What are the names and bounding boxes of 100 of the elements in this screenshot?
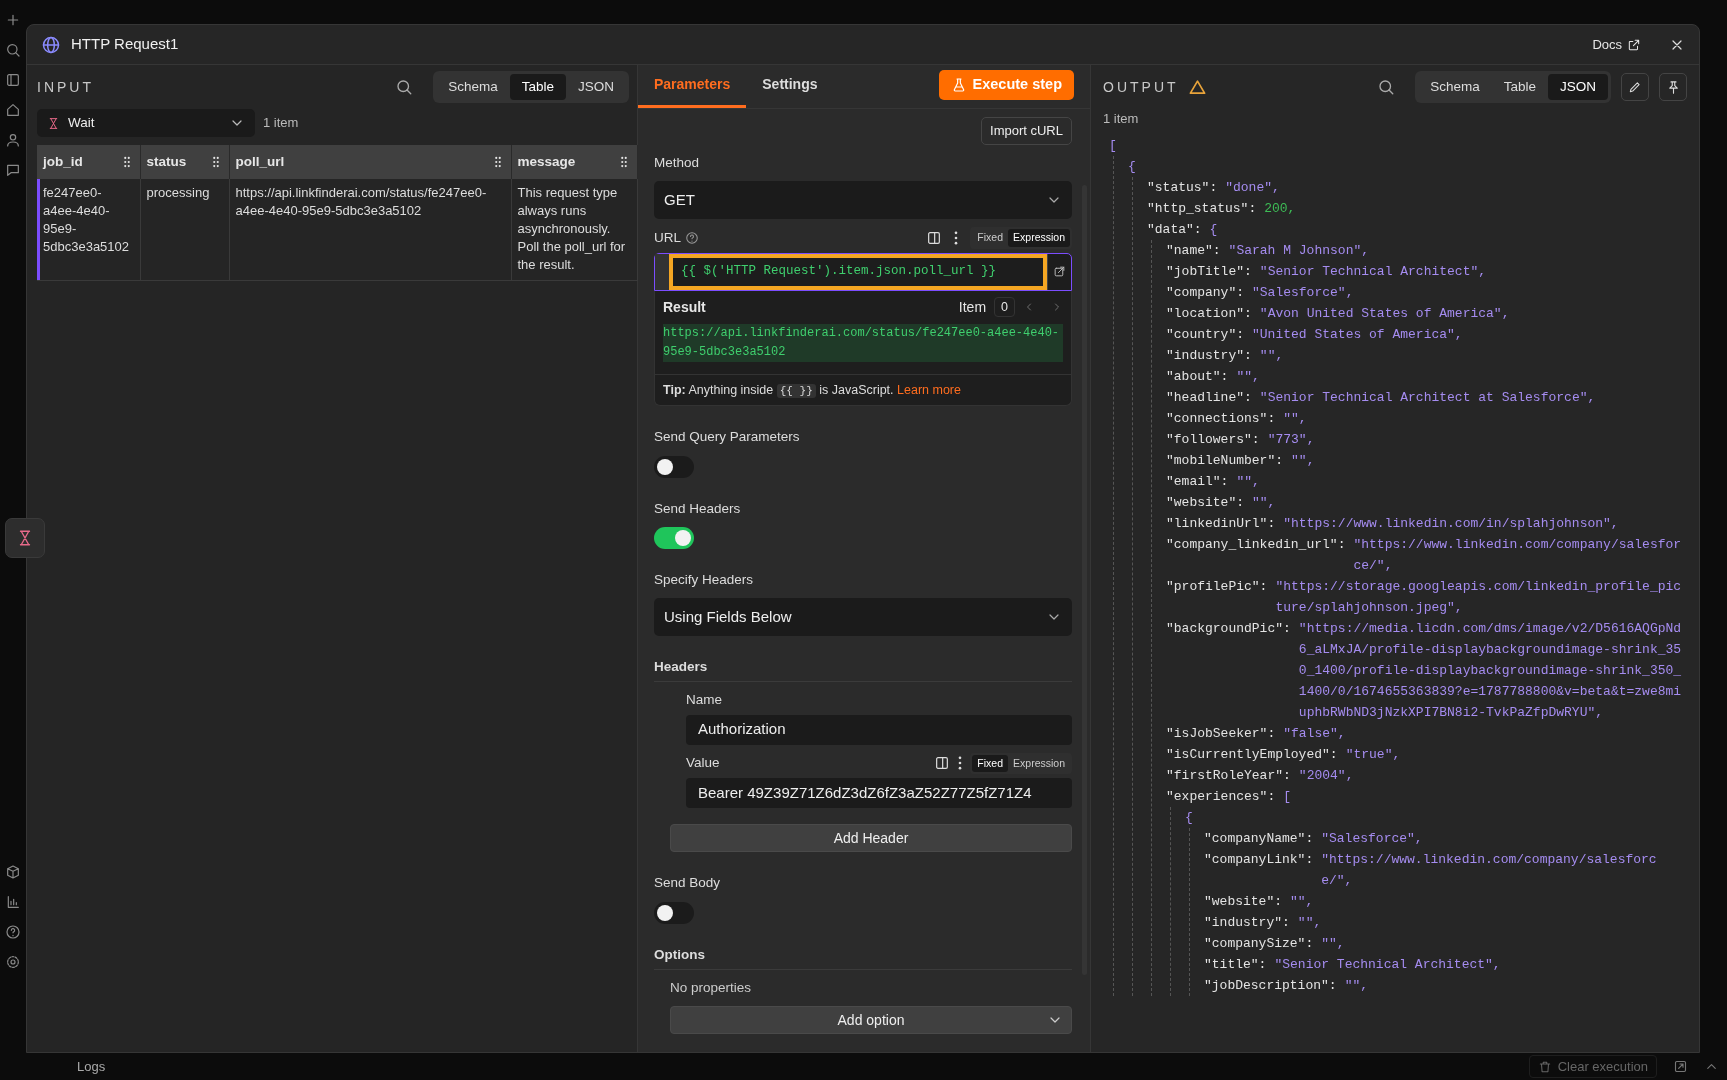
view-tab[interactable]: Schema bbox=[1418, 73, 1492, 101]
view-tab[interactable]: JSON bbox=[1548, 73, 1608, 101]
edit-button[interactable] bbox=[1621, 73, 1649, 101]
docs-link[interactable]: Docs bbox=[1592, 34, 1641, 55]
field-label: Send Headers bbox=[654, 499, 742, 518]
view-tab[interactable]: Table bbox=[509, 73, 566, 101]
view-tab[interactable]: JSON bbox=[566, 73, 626, 101]
toggle-switch[interactable] bbox=[654, 526, 694, 549]
mode-tab[interactable]: Expression bbox=[1008, 228, 1070, 247]
field-label: Specify Headers bbox=[654, 570, 755, 589]
json-value: "Salesforce", bbox=[1252, 283, 1354, 302]
toggle-switch[interactable] bbox=[654, 455, 694, 478]
sidebar-button[interactable] bbox=[5, 42, 21, 58]
json-value: "", bbox=[1290, 892, 1314, 911]
mode-tab[interactable]: Fixed bbox=[972, 228, 1009, 247]
add-header-button[interactable]: Add Header bbox=[670, 824, 1072, 853]
json-value: "", bbox=[1344, 976, 1369, 995]
mode-tab[interactable]: Fixed bbox=[972, 754, 1009, 773]
more-button[interactable] bbox=[954, 230, 959, 245]
empty-text: No properties bbox=[669, 978, 753, 997]
import-button[interactable]: Import cURL bbox=[981, 117, 1072, 145]
external-link-icon bbox=[1627, 37, 1641, 52]
column-header: poll_url bbox=[235, 153, 285, 171]
json-bracket: { bbox=[1128, 157, 1136, 176]
json-key: "profilePic": bbox=[1166, 575, 1268, 618]
globe-icon bbox=[41, 34, 61, 55]
json-key: "backgroundPic": bbox=[1166, 617, 1291, 723]
method-select[interactable]: GET bbox=[654, 180, 1072, 219]
sidebar-button[interactable] bbox=[5, 12, 21, 28]
panel-icon bbox=[934, 755, 951, 772]
pencil-icon bbox=[1628, 80, 1642, 94]
json-key: "country": bbox=[1166, 323, 1244, 345]
item-index-field[interactable]: 0 bbox=[994, 296, 1015, 318]
column-header: status bbox=[146, 153, 187, 171]
window-title: HTTP Request1 bbox=[71, 34, 179, 55]
more-button[interactable] bbox=[958, 756, 963, 771]
search-button[interactable] bbox=[395, 78, 414, 96]
json-key: "jobTitle": bbox=[1166, 260, 1252, 282]
panel-button[interactable] bbox=[926, 229, 943, 246]
help-icon bbox=[5, 924, 21, 940]
json-key: "companySize": bbox=[1204, 932, 1314, 954]
add-option-select[interactable]: Add option bbox=[670, 1006, 1072, 1034]
learn-more-link[interactable]: Learn more bbox=[897, 382, 961, 397]
sidebar-button[interactable] bbox=[5, 162, 21, 178]
json-value: "", bbox=[1297, 913, 1322, 932]
mode-tab[interactable]: Expression bbox=[1008, 754, 1070, 773]
json-bracket: [ bbox=[1109, 136, 1117, 155]
help-icon bbox=[685, 230, 699, 245]
result-label: Result bbox=[663, 297, 706, 317]
json-key: "jobDescription": bbox=[1204, 974, 1337, 996]
search-button[interactable] bbox=[1377, 78, 1396, 96]
json-value: "Senior Technical Architect", bbox=[1259, 262, 1487, 281]
sidebar-button[interactable] bbox=[5, 924, 21, 940]
tab[interactable]: Parameters bbox=[638, 74, 747, 108]
sidebar-button[interactable] bbox=[5, 864, 21, 880]
field-label: Value bbox=[686, 754, 720, 773]
sidebar-button[interactable] bbox=[5, 72, 21, 88]
json-bracket: { bbox=[1185, 808, 1193, 827]
json-key: "industry": bbox=[1166, 344, 1252, 366]
json-key: "company": bbox=[1166, 281, 1244, 303]
json-key: "experiences": bbox=[1166, 785, 1276, 807]
json-value: "", bbox=[1252, 493, 1276, 512]
json-bracket: { bbox=[1209, 220, 1218, 239]
input-field[interactable]: Authorization bbox=[686, 714, 1072, 745]
view-tab[interactable]: Table bbox=[1491, 73, 1548, 101]
expression-field[interactable]: {{ $('HTTP Request').item.json.poll_url }} bbox=[669, 253, 1047, 290]
node-select[interactable]: Wait bbox=[37, 109, 255, 137]
tab[interactable]: Settings bbox=[746, 74, 834, 108]
json-value: 200, bbox=[1264, 199, 1296, 218]
view-tab[interactable]: Schema bbox=[436, 73, 510, 101]
chart-icon bbox=[5, 894, 21, 910]
field-label: Send Query Parameters bbox=[654, 428, 801, 447]
json-key: "data": bbox=[1147, 218, 1202, 240]
json-key: "isCurrentlyEmployed": bbox=[1166, 743, 1338, 765]
json-value: "done", bbox=[1225, 178, 1280, 197]
sidebar-button[interactable] bbox=[5, 954, 21, 970]
toggle-switch[interactable] bbox=[654, 901, 694, 924]
json-value: "Sarah M Johnson", bbox=[1228, 241, 1370, 260]
json-key: "status": bbox=[1147, 176, 1218, 198]
kebab-icon bbox=[954, 230, 959, 245]
home-icon bbox=[5, 102, 21, 118]
json-key: "about": bbox=[1166, 365, 1229, 387]
json-key: "connections": bbox=[1166, 407, 1276, 429]
popout-button[interactable] bbox=[1673, 1059, 1688, 1074]
json-value: "773", bbox=[1267, 430, 1315, 449]
select-field[interactable]: Using Fields Below bbox=[654, 598, 1072, 636]
sidebar-icon bbox=[5, 72, 21, 88]
search-icon bbox=[5, 42, 21, 58]
input-field[interactable]: Bearer 49Z39Z71Z6dZ3dZ6fZ3aZ52Z77Z5fZ71Z4 bbox=[686, 778, 1072, 809]
panel-title: INPUT bbox=[37, 77, 94, 97]
sidebar-button[interactable] bbox=[5, 102, 21, 118]
json-key: "title": bbox=[1204, 953, 1267, 975]
sidebar-button[interactable] bbox=[5, 894, 21, 910]
json-value: "Avon United States of America", bbox=[1259, 304, 1510, 323]
sidebar-button[interactable] bbox=[5, 132, 21, 148]
panel-button[interactable] bbox=[934, 755, 951, 772]
search-icon bbox=[395, 78, 414, 96]
json-value: "", bbox=[1236, 472, 1260, 491]
node-button[interactable] bbox=[5, 518, 45, 558]
pin-button[interactable] bbox=[1659, 73, 1687, 101]
